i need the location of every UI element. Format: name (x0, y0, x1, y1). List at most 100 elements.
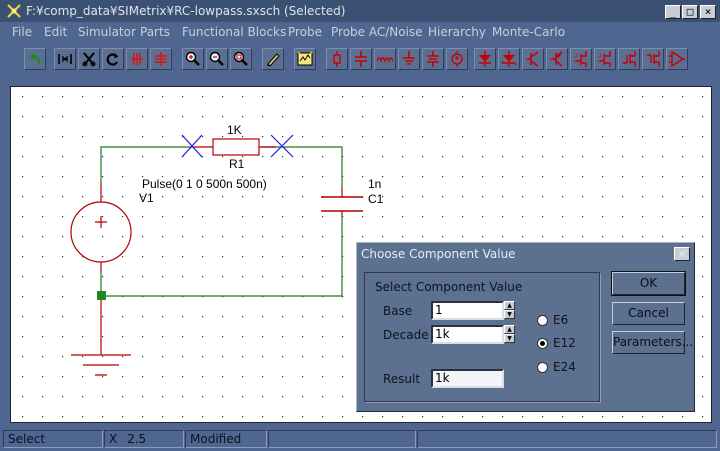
toolbar: J J (0, 42, 720, 76)
place-resistor-button[interactable] (326, 48, 348, 70)
status-pane-4 (268, 430, 416, 448)
result-label: Result (383, 372, 421, 386)
result-field[interactable]: 1k (431, 369, 504, 388)
source-ref-label: V1 (139, 191, 154, 205)
spin-up-icon[interactable]: ▲ (504, 325, 515, 334)
radio-e12[interactable] (537, 338, 548, 349)
svg-text:J: J (598, 54, 601, 60)
place-opamp-button[interactable] (666, 48, 688, 70)
zoom-fit-icon (233, 51, 248, 66)
svg-text:J: J (574, 54, 577, 60)
place-pjfet-button[interactable]: J (594, 48, 616, 70)
capacitor-icon (355, 51, 367, 67)
status-x-value: 2.5 (127, 432, 147, 446)
node-junction (97, 291, 106, 300)
menu-monte-carlo[interactable]: Monte-Carlo (492, 25, 565, 39)
menu-file[interactable]: File (12, 25, 32, 39)
flip-icon (155, 52, 167, 66)
wire-mode-button[interactable] (54, 48, 76, 70)
radio-e12-label[interactable]: E12 (553, 336, 576, 350)
place-pnp-button[interactable] (546, 48, 568, 70)
decade-input[interactable]: 1k (431, 325, 504, 344)
diode-icon (479, 51, 491, 67)
place-pmos-button[interactable] (642, 48, 664, 70)
window-title: F:¥comp_data¥SIMetrix¥RC-lowpass.sxsch (… (26, 4, 346, 18)
menu-edit[interactable]: Edit (44, 25, 67, 39)
mirror-button[interactable] (126, 48, 148, 70)
resistor-value-label: 1K (227, 123, 242, 137)
source-value-label: Pulse(0 1 0 500n 500n) (142, 177, 267, 191)
place-battery-button[interactable] (422, 48, 444, 70)
zoom-fit-button[interactable] (230, 48, 252, 70)
spin-down-icon[interactable]: ▼ (504, 334, 515, 343)
radio-e24-label[interactable]: E24 (553, 360, 576, 374)
menu-probe-ac-noise[interactable]: Probe AC/Noise (331, 25, 423, 39)
njfet-icon: J (574, 51, 587, 67)
decade-spinner[interactable]: ▲ ▼ (504, 325, 515, 344)
place-njfet-button[interactable]: J (570, 48, 592, 70)
status-bar: Select X 2.5 Modified (0, 428, 720, 451)
status-mode: Select (3, 430, 103, 448)
place-inductor-button[interactable] (374, 48, 396, 70)
zoom-out-button[interactable] (206, 48, 228, 70)
status-state: Modified (185, 430, 267, 448)
menu-functional-blocks[interactable]: Functional Blocks (182, 25, 286, 39)
ground-icon (403, 51, 415, 65)
menu-probe[interactable]: Probe (288, 25, 322, 39)
undo-button[interactable] (24, 48, 46, 70)
choose-component-value-dialog: Choose Component Value × Select Componen… (356, 242, 695, 412)
place-zener-button[interactable] (498, 48, 520, 70)
pnp-icon (551, 51, 563, 67)
flip-button[interactable] (150, 48, 172, 70)
spin-down-icon[interactable]: ▼ (504, 310, 515, 319)
rotate-icon (106, 53, 118, 66)
radio-e6[interactable] (537, 315, 548, 326)
rotate-button[interactable] (102, 48, 124, 70)
base-input[interactable]: 1 (431, 301, 504, 320)
minimize-button[interactable]: _ (665, 5, 681, 19)
status-coordinate: X 2.5 (104, 430, 184, 448)
nmos-icon (623, 51, 636, 67)
place-diode-button[interactable] (474, 48, 496, 70)
spin-up-icon[interactable]: ▲ (504, 301, 515, 310)
menu-parts[interactable]: Parts (140, 25, 170, 39)
main-window: F:¥comp_data¥SIMetrix¥RC-lowpass.sxsch (… (0, 0, 720, 451)
cut-button[interactable] (78, 48, 100, 70)
battery-icon (427, 51, 439, 67)
npn-icon (527, 51, 539, 67)
cancel-button[interactable]: Cancel (612, 302, 685, 325)
status-pane-5 (417, 430, 717, 448)
pencil-icon (267, 53, 280, 67)
zoom-in-button[interactable] (182, 48, 204, 70)
opamp-icon (669, 51, 685, 67)
edit-part-button[interactable] (262, 48, 284, 70)
parameters-button[interactable]: Parameters... (612, 331, 693, 354)
close-button[interactable]: × (700, 5, 716, 19)
dialog-close-button[interactable]: × (674, 247, 690, 261)
radio-e6-label[interactable]: E6 (553, 313, 568, 327)
menu-hierarchy[interactable]: Hierarchy (428, 25, 486, 39)
capacitor-ref-label: C1 (368, 192, 384, 206)
resistor-icon (333, 51, 341, 67)
menu-bar: File Edit Simulator Parts Functional Blo… (0, 22, 720, 42)
run-simulation-button[interactable] (294, 48, 316, 70)
base-spinner[interactable]: ▲ ▼ (504, 301, 515, 320)
wire-mode-icon (58, 54, 72, 64)
zener-icon (501, 51, 517, 67)
radio-e24[interactable] (537, 362, 548, 373)
place-npn-button[interactable] (522, 48, 544, 70)
dialog-title: Choose Component Value (361, 247, 516, 261)
place-source-button[interactable] (446, 48, 468, 70)
place-ground-button[interactable] (398, 48, 420, 70)
run-icon (297, 51, 313, 66)
place-nmos-button[interactable] (618, 48, 640, 70)
undo-arrow-icon (29, 53, 41, 65)
title-bar: F:¥comp_data¥SIMetrix¥RC-lowpass.sxsch (… (0, 0, 720, 22)
place-capacitor-button[interactable] (350, 48, 372, 70)
simetrix-logo-icon (7, 4, 21, 18)
maximize-button[interactable]: □ (682, 5, 698, 19)
capacitor-value-label: 1n (368, 177, 381, 191)
ok-button[interactable]: OK (611, 271, 686, 296)
scissors-icon (82, 52, 96, 67)
menu-simulator[interactable]: Simulator (78, 25, 136, 39)
